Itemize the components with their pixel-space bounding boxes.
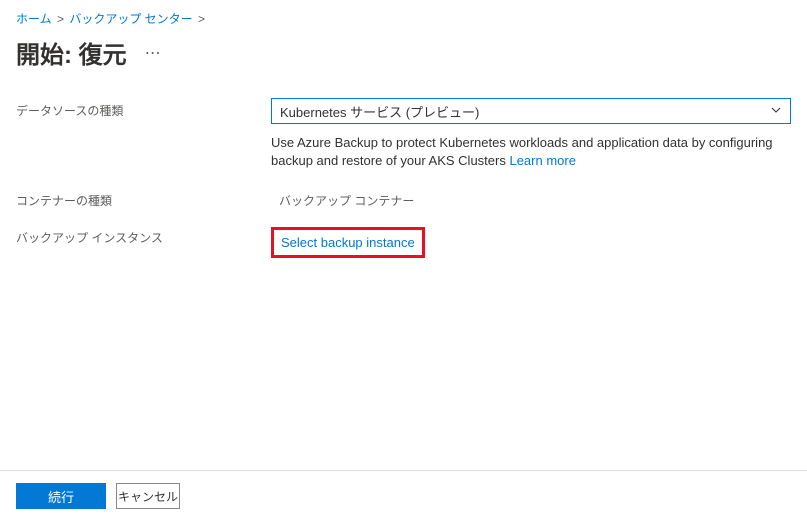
control-backup-instance: Select backup instance (271, 227, 791, 258)
help-text: Use Azure Backup to protect Kubernetes w… (271, 134, 791, 170)
cancel-button[interactable]: キャンセル (116, 483, 180, 509)
label-datasource-type: データソースの種類 (16, 98, 271, 119)
row-datasource-type: データソースの種類 Kubernetes サービス (プレビュー) Use Az… (16, 98, 791, 170)
dropdown-datasource-type[interactable]: Kubernetes サービス (プレビュー) (271, 98, 791, 124)
value-container-type: バックアップ コンテナー (271, 188, 791, 209)
breadcrumb-backup-center[interactable]: バックアップ センター (69, 12, 192, 26)
form-area: データソースの種類 Kubernetes サービス (プレビュー) Use Az… (0, 98, 807, 258)
control-container-type: バックアップ コンテナー (271, 188, 791, 209)
dropdown-value: Kubernetes サービス (プレビュー) (280, 102, 479, 121)
control-datasource-type: Kubernetes サービス (プレビュー) Use Azure Backup… (271, 98, 791, 170)
label-container-type: コンテナーの種類 (16, 188, 271, 209)
breadcrumb-home[interactable]: ホーム (16, 12, 52, 26)
row-backup-instance: バックアップ インスタンス Select backup instance (16, 227, 791, 258)
more-actions-icon[interactable]: ⋯ (145, 43, 162, 63)
label-backup-instance: バックアップ インスタンス (16, 227, 271, 246)
chevron-down-icon (770, 104, 782, 119)
continue-button[interactable]: 続行 (16, 483, 106, 509)
page-title-row: 開始: 復元 ⋯ (0, 31, 807, 98)
footer: 続行 キャンセル (0, 470, 807, 521)
highlight-box: Select backup instance (271, 227, 425, 258)
row-container-type: コンテナーの種類 バックアップ コンテナー (16, 188, 791, 209)
learn-more-link[interactable]: Learn more (509, 153, 575, 168)
page-title: 開始: 復元 (16, 35, 127, 70)
select-backup-instance-link[interactable]: Select backup instance (274, 230, 422, 255)
breadcrumb-separator: > (198, 12, 205, 26)
breadcrumb-separator: > (57, 12, 64, 26)
breadcrumb: ホーム > バックアップ センター > (0, 0, 807, 31)
